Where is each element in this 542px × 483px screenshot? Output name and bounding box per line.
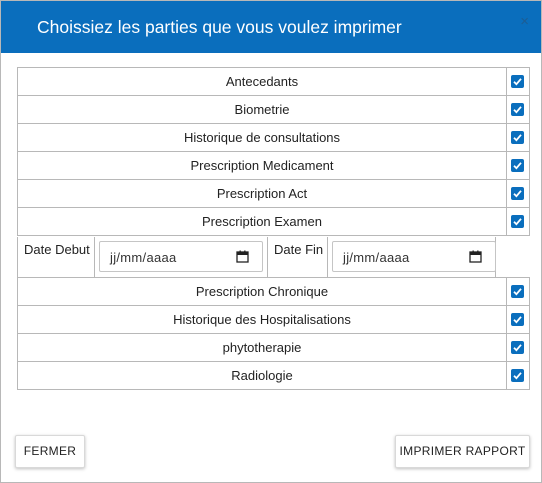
- checkbox-checked-icon[interactable]: [511, 159, 524, 172]
- section-row: Prescription Act: [18, 180, 529, 208]
- section-row: Historique de consultations: [18, 124, 529, 152]
- section-row: Antecedants: [18, 68, 529, 96]
- dialog-header: Choissiez les parties que vous voulez im…: [1, 1, 541, 53]
- checkbox-checked-icon[interactable]: [511, 215, 524, 228]
- checkbox-checked-icon[interactable]: [511, 313, 524, 326]
- calendar-icon[interactable]: [469, 250, 482, 268]
- section-label: Prescription Medicament: [18, 152, 507, 179]
- date-range-row: Date Debut jj/mm/aaaa Date Fin jj/mm/aaa…: [17, 237, 496, 278]
- section-row: Prescription Medicament: [18, 152, 529, 180]
- calendar-icon[interactable]: [236, 250, 249, 268]
- section-row: Prescription Examen: [18, 208, 529, 236]
- divider: [327, 237, 328, 277]
- close-button[interactable]: FERMER: [15, 435, 85, 468]
- section-label: Prescription Examen: [18, 208, 507, 235]
- close-icon[interactable]: ×: [520, 13, 529, 30]
- checkbox-checked-icon[interactable]: [511, 103, 524, 116]
- print-report-button[interactable]: IMPRIMER RAPPORT: [395, 435, 530, 468]
- section-label: Biometrie: [18, 96, 507, 123]
- start-date-value: jj/mm/aaaa: [110, 250, 177, 265]
- section-label: Prescription Act: [18, 180, 507, 207]
- end-date-input[interactable]: jj/mm/aaaa: [332, 241, 496, 272]
- section-label: Prescription Chronique: [18, 278, 507, 305]
- start-date-input[interactable]: jj/mm/aaaa: [99, 241, 263, 272]
- section-label: Antecedants: [18, 68, 507, 95]
- end-date-value: jj/mm/aaaa: [343, 250, 410, 265]
- end-date-label: Date Fin: [274, 242, 324, 257]
- sections-table-top: Antecedants Biometrie Historique de cons…: [17, 67, 530, 236]
- section-label: phytotherapie: [18, 334, 507, 361]
- checkbox-checked-icon[interactable]: [511, 187, 524, 200]
- section-row: Biometrie: [18, 96, 529, 124]
- checkbox-checked-icon[interactable]: [511, 341, 524, 354]
- sections-table-bottom: Prescription Chronique Historique des Ho…: [17, 277, 530, 390]
- divider: [267, 237, 268, 277]
- start-date-label: Date Debut: [24, 242, 90, 257]
- print-dialog: Choissiez les parties que vous voulez im…: [0, 0, 542, 483]
- section-label: Historique des Hospitalisations: [18, 306, 507, 333]
- divider: [94, 237, 95, 277]
- checkbox-checked-icon[interactable]: [511, 75, 524, 88]
- section-row: Prescription Chronique: [18, 278, 529, 306]
- section-row: Historique des Hospitalisations: [18, 306, 529, 334]
- checkbox-checked-icon[interactable]: [511, 285, 524, 298]
- dialog-title: Choissiez les parties que vous voulez im…: [37, 17, 402, 37]
- checkbox-checked-icon[interactable]: [511, 369, 524, 382]
- section-label: Historique de consultations: [18, 124, 507, 151]
- section-label: Radiologie: [18, 362, 507, 389]
- checkbox-checked-icon[interactable]: [511, 131, 524, 144]
- section-row: Radiologie: [18, 362, 529, 390]
- section-row: phytotherapie: [18, 334, 529, 362]
